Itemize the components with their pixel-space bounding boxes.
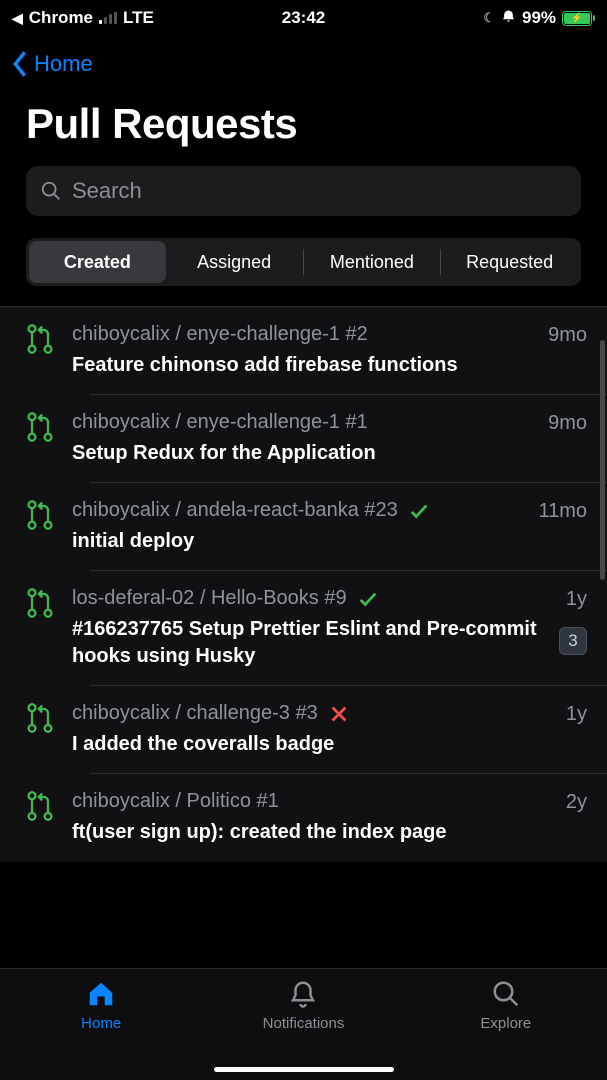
pr-time: 1y bbox=[566, 703, 587, 726]
pr-title: #166237765 Setup Prettier Eslint and Pre… bbox=[72, 616, 541, 670]
pr-title: ft(user sign up): created the index page bbox=[72, 819, 548, 846]
search-icon bbox=[40, 180, 62, 202]
tab-label: Notifications bbox=[263, 1015, 345, 1032]
pr-repo-path: chiboycalix / enye-challenge-1 #1 bbox=[72, 411, 368, 434]
status-bar: ◀ Chrome LTE 23:42 ☾ 99% ⚡ bbox=[0, 0, 607, 36]
clock: 23:42 bbox=[282, 8, 325, 28]
pull-request-icon bbox=[26, 587, 54, 670]
pull-request-row[interactable]: chiboycalix / enye-challenge-1 #2 Featur… bbox=[0, 306, 607, 395]
tab-explore[interactable]: Explore bbox=[405, 979, 607, 1080]
home-indicator[interactable] bbox=[214, 1067, 394, 1072]
nav-back-label: Home bbox=[34, 51, 93, 77]
page-title: Pull Requests bbox=[0, 88, 607, 166]
pr-title: I added the coveralls badge bbox=[72, 731, 548, 758]
search-icon bbox=[491, 979, 521, 1009]
tab-label: Explore bbox=[480, 1015, 531, 1032]
pull-request-row[interactable]: chiboycalix / Politico #1 ft(user sign u… bbox=[0, 774, 607, 862]
pull-request-list: chiboycalix / enye-challenge-1 #2 Featur… bbox=[0, 306, 607, 862]
tab-created[interactable]: Created bbox=[29, 241, 166, 283]
status-check-icon bbox=[408, 500, 430, 522]
tab-bar: Home Notifications Explore bbox=[0, 968, 607, 1080]
home-icon bbox=[86, 979, 116, 1009]
pr-time: 1y bbox=[566, 588, 587, 611]
battery-percent: 99% bbox=[522, 8, 556, 28]
tab-home[interactable]: Home bbox=[0, 979, 202, 1080]
back-to-app-arrow-icon[interactable]: ◀ bbox=[12, 10, 23, 27]
pull-request-row[interactable]: chiboycalix / challenge-3 #3 I added the… bbox=[0, 686, 607, 774]
pull-request-icon bbox=[26, 499, 54, 555]
pr-repo-path: chiboycalix / andela-react-banka #23 bbox=[72, 499, 398, 522]
pull-request-row[interactable]: chiboycalix / enye-challenge-1 #1 Setup … bbox=[0, 395, 607, 483]
back-to-app-label[interactable]: Chrome bbox=[29, 8, 93, 28]
tab-notifications[interactable]: Notifications bbox=[202, 979, 404, 1080]
filter-segmented-control: Created Assigned Mentioned Requested bbox=[26, 238, 581, 286]
status-failed-icon bbox=[328, 703, 350, 725]
pull-request-icon bbox=[26, 411, 54, 467]
pr-repo-path: chiboycalix / enye-challenge-1 #2 bbox=[72, 323, 368, 346]
pull-request-row[interactable]: los-deferal-02 / Hello-Books #9 #1662377… bbox=[0, 571, 607, 686]
pr-time: 9mo bbox=[548, 324, 587, 347]
search-input[interactable] bbox=[72, 178, 567, 204]
pr-time: 11mo bbox=[538, 500, 587, 523]
search-field[interactable] bbox=[26, 166, 581, 216]
pr-time: 2y bbox=[566, 791, 587, 814]
pull-request-row[interactable]: chiboycalix / andela-react-banka #23 ini… bbox=[0, 483, 607, 571]
tab-requested[interactable]: Requested bbox=[441, 241, 578, 283]
pr-title: Setup Redux for the Application bbox=[72, 440, 530, 467]
carrier-label: LTE bbox=[123, 8, 154, 28]
nav-back-button[interactable]: Home bbox=[0, 36, 607, 88]
chevron-left-icon bbox=[10, 50, 30, 78]
pull-request-icon bbox=[26, 790, 54, 846]
alarm-icon bbox=[501, 8, 516, 28]
pull-request-icon bbox=[26, 702, 54, 758]
status-check-icon bbox=[357, 588, 379, 610]
scrollbar-thumb[interactable] bbox=[600, 340, 605, 580]
pr-repo-path: chiboycalix / Politico #1 bbox=[72, 790, 279, 813]
pull-request-icon bbox=[26, 323, 54, 379]
tab-mentioned[interactable]: Mentioned bbox=[304, 241, 441, 283]
pr-repo-path: los-deferal-02 / Hello-Books #9 bbox=[72, 587, 347, 610]
pr-repo-path: chiboycalix / challenge-3 #3 bbox=[72, 702, 318, 725]
pr-time: 9mo bbox=[548, 412, 587, 435]
scrollbar[interactable] bbox=[600, 340, 605, 960]
do-not-disturb-icon: ☾ bbox=[483, 10, 495, 26]
battery-icon: ⚡ bbox=[562, 11, 595, 26]
pr-title: Feature chinonso add firebase functions bbox=[72, 352, 530, 379]
tab-label: Home bbox=[81, 1015, 121, 1032]
cellular-signal-icon bbox=[99, 12, 117, 24]
tab-assigned[interactable]: Assigned bbox=[166, 241, 303, 283]
bell-icon bbox=[288, 979, 318, 1009]
pr-comment-count-badge: 3 bbox=[559, 627, 587, 655]
pr-title: initial deploy bbox=[72, 528, 520, 555]
